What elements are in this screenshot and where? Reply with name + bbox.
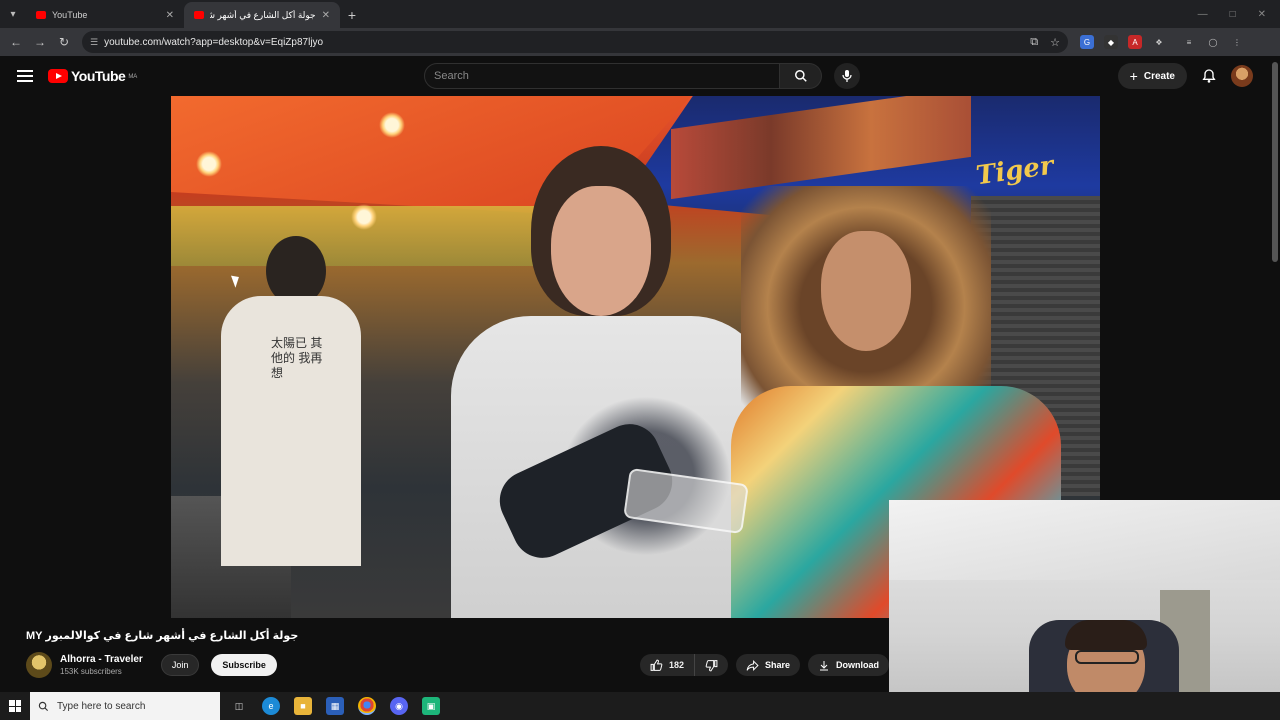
thumbs-up-icon [650, 659, 663, 671]
page-scrollbar[interactable] [1272, 62, 1278, 262]
lamp [196, 151, 222, 177]
discord-icon[interactable]: ◉ [390, 697, 408, 715]
chrome-menu-icon[interactable]: ⋮ [1230, 35, 1244, 49]
translate-extension-icon[interactable]: G [1080, 35, 1094, 49]
maximize-icon[interactable]: □ [1230, 9, 1236, 20]
channel-row: Alhorra - Traveler 153K subscribers Join… [26, 650, 890, 680]
share-button[interactable]: Share [736, 654, 801, 676]
subscriber-count: 153K subscribers [60, 667, 122, 676]
menu-icon[interactable] [17, 70, 33, 82]
window-controls: — □ ✕ [1198, 0, 1280, 28]
store-icon[interactable]: ▦ [326, 697, 344, 715]
channel-name[interactable]: Alhorra - Traveler [60, 654, 143, 665]
channel-info: Alhorra - Traveler 153K subscribers [60, 654, 143, 676]
address-bar[interactable]: ☰ youtube.com/watch?app=desktop&v=EqiZp8… [82, 31, 1068, 53]
task-view-icon[interactable]: ◫ [230, 697, 248, 715]
lamp [351, 204, 377, 230]
bookmark-star-icon[interactable]: ☆ [1050, 36, 1060, 49]
like-dislike-group: 182 [640, 654, 729, 676]
channel-avatar[interactable] [26, 652, 52, 678]
reload-icon[interactable]: ↻ [54, 32, 74, 52]
extensions-puzzle-icon[interactable]: ❖ [1152, 35, 1166, 49]
taskbar-search-placeholder: Type here to search [57, 700, 146, 712]
youtube-favicon-icon [36, 11, 46, 19]
taskbar-search[interactable]: Type here to search [30, 692, 220, 720]
browser-tab-video[interactable]: جولة أكل الشارع في أشهر شارع ✕ [184, 2, 340, 28]
tab-search-chevron-icon[interactable]: ▾ [0, 0, 26, 28]
notifications-bell-icon[interactable] [1201, 68, 1217, 84]
country-code: MA [128, 74, 138, 80]
webcam-overlay [889, 500, 1280, 720]
shirt-text: 太陽已 其他的 我再想 [271, 336, 323, 380]
reading-list-icon[interactable]: ≡ [1182, 35, 1196, 49]
edge-icon[interactable]: e [262, 697, 280, 715]
vendor: 太陽已 其他的 我再想 [211, 236, 361, 566]
share-arrow-icon [746, 659, 759, 671]
header-actions: + Create [1117, 63, 1253, 89]
close-tab-icon[interactable]: ✕ [322, 10, 330, 21]
pdf-extension-icon[interactable]: A [1128, 35, 1142, 49]
youtube-favicon-icon [194, 11, 204, 19]
start-button[interactable] [0, 692, 30, 720]
account-avatar[interactable] [1231, 65, 1253, 87]
thumbs-down-icon [705, 659, 718, 671]
search-icon [794, 70, 807, 82]
profile-icon[interactable]: ◯ [1206, 35, 1220, 49]
search-bar: Search [424, 63, 860, 89]
windows-logo-icon [9, 700, 21, 712]
minimize-icon[interactable]: — [1198, 9, 1208, 20]
share-label: Share [765, 660, 791, 670]
lamp [379, 112, 405, 138]
close-tab-icon[interactable]: ✕ [166, 10, 174, 21]
search-icon [38, 701, 49, 711]
file-explorer-icon[interactable]: ■ [294, 697, 312, 715]
youtube-logo[interactable]: YouTube MA [48, 68, 137, 84]
diamond-extension-icon[interactable]: ◆ [1104, 35, 1118, 49]
new-tab-button[interactable]: + [340, 2, 364, 28]
youtube-header: YouTube MA Search + Create [0, 56, 1280, 96]
search-input[interactable]: Search [424, 63, 780, 89]
streamer-glasses [1075, 650, 1139, 664]
chrome-icon[interactable] [358, 697, 376, 715]
back-icon[interactable]: ← [6, 32, 26, 52]
plus-icon: + [1129, 68, 1138, 84]
browser-tab-youtube[interactable]: YouTube ✕ [26, 2, 184, 28]
webcam-ceiling [889, 500, 1280, 580]
search-button[interactable] [780, 63, 822, 89]
like-count: 182 [669, 660, 685, 670]
download-icon [820, 660, 829, 670]
voice-search-button[interactable] [834, 63, 860, 89]
tab-title: جولة أكل الشارع في أشهر شارع [210, 9, 316, 20]
site-info-icon[interactable]: ☰ [90, 37, 98, 48]
create-label: Create [1143, 70, 1175, 82]
browser-toolbar: ← → ↻ ☰ youtube.com/watch?app=desktop&v=… [0, 28, 1280, 56]
app-icon[interactable]: ▣ [422, 697, 440, 715]
join-button[interactable]: Join [160, 654, 200, 676]
subscribe-button[interactable]: Subscribe [211, 654, 277, 676]
download-label: Download [836, 660, 880, 670]
browser-tab-strip: ▾ YouTube ✕ جولة أكل الشارع في أشهر شارع… [0, 0, 1280, 28]
extensions-bar: G ◆ A ❖ ≡ ◯ ⋮ [1080, 35, 1244, 49]
close-window-icon[interactable]: ✕ [1258, 9, 1266, 20]
url-text: youtube.com/watch?app=desktop&v=EqiZp87l… [104, 36, 324, 48]
taskbar-apps: ◫ e ■ ▦ ◉ ▣ [230, 697, 440, 715]
youtube-play-icon [48, 69, 68, 83]
tab-title: YouTube [52, 10, 88, 20]
download-button[interactable]: Download [808, 654, 890, 676]
streamer-hair [1065, 620, 1147, 650]
microphone-icon [842, 70, 852, 82]
video-info: جولة أكل الشارع في أشهر شارع في كوالالمب… [0, 618, 890, 692]
install-app-icon[interactable]: ⧉ [1030, 36, 1038, 49]
video-actions: 182 Share Download [640, 650, 890, 680]
video-title: جولة أكل الشارع في أشهر شارع في كوالالمب… [26, 630, 299, 642]
windows-taskbar: Type here to search ◫ e ■ ▦ ◉ ▣ [0, 692, 1280, 720]
dislike-button[interactable] [695, 654, 728, 676]
forward-icon[interactable]: → [30, 32, 50, 52]
host-left [441, 146, 781, 618]
logo-wordmark: YouTube [71, 68, 126, 84]
create-button[interactable]: + Create [1117, 63, 1187, 89]
like-button[interactable]: 182 [640, 654, 696, 676]
